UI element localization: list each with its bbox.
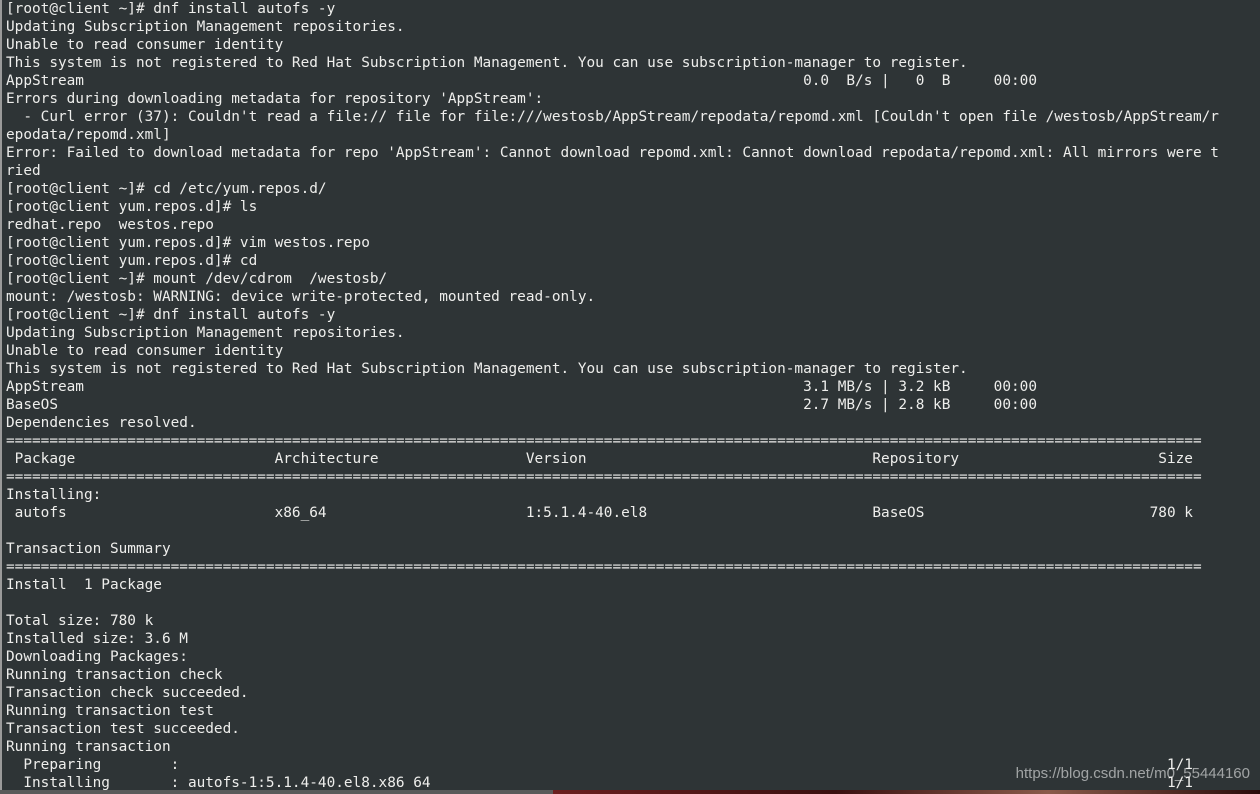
terminal-line: Total size: 780 k [6,613,154,629]
desktop-background-strip [0,790,1260,794]
terminal-line: autofs x86_64 1:5.1.4-40.el8 BaseOS 780 … [6,505,1193,521]
terminal-line: [root@client yum.repos.d]# vim westos.re… [6,235,370,251]
terminal-line: Updating Subscription Management reposit… [6,325,405,341]
terminal-line: Unable to read consumer identity [6,37,284,53]
wallpaper-photo [553,790,1260,794]
terminal-line: Dependencies resolved. [6,415,197,431]
terminal-line: Errors during downloading metadata for r… [6,91,544,107]
terminal-line: Running transaction [6,739,171,755]
terminal-line: Transaction test succeeded. [6,721,240,737]
terminal-line: BaseOS 2.7 MB/s | 2.8 kB 00:00 [6,397,1038,413]
terminal-line: [root@client yum.repos.d]# cd [6,253,258,269]
terminal-line: ========================================… [6,469,1202,485]
terminal-line: Updating Subscription Management reposit… [6,19,405,35]
terminal-line: [root@client ~]# mount /dev/cdrom /westo… [6,271,388,287]
terminal-line: ========================================… [6,559,1202,575]
terminal-line: Running transaction check [6,667,223,683]
terminal-line: - Curl error (37): Couldn't read a file:… [6,109,1219,125]
terminal-line: epodata/repomd.xml] [6,127,171,143]
terminal-line: Installed size: 3.6 M [6,631,188,647]
terminal-line: ried [6,163,41,179]
terminal-line: redhat.repo westos.repo [6,217,214,233]
terminal-line: This system is not registered to Red Hat… [6,55,968,71]
terminal-line: AppStream 3.1 MB/s | 3.2 kB 00:00 [6,379,1038,395]
terminal-line: Error: Failed to download metadata for r… [6,145,1219,161]
terminal-line: Installing: [6,487,102,503]
terminal-line: Downloading Packages: [6,649,188,665]
terminal-line: [root@client ~]# dnf install autofs -y [6,1,336,17]
terminal-line: Unable to read consumer identity [6,343,284,359]
terminal-line: Running transaction test [6,703,214,719]
terminal-line: Install 1 Package [6,577,162,593]
terminal-line: Transaction Summary [6,541,171,557]
terminal-line: This system is not registered to Red Hat… [6,361,968,377]
terminal-line: mount: /westosb: WARNING: device write-p… [6,289,596,305]
terminal-line: [root@client ~]# dnf install autofs -y [6,307,336,323]
terminal-line: AppStream 0.0 B/s | 0 B 00:00 [6,73,1038,89]
watermark-url: https://blog.csdn.net/m0_55444160 [1015,765,1250,782]
terminal-line: Transaction check succeeded. [6,685,249,701]
terminal-window[interactable]: [root@client ~]# dnf install autofs -y Up… [0,0,1260,790]
terminal-line: [root@client ~]# cd /etc/yum.repos.d/ [6,181,327,197]
terminal-line: ========================================… [6,433,1202,449]
terminal-line: Package Architecture Version Repository … [6,451,1193,467]
terminal-line: [root@client yum.repos.d]# ls [6,199,258,215]
